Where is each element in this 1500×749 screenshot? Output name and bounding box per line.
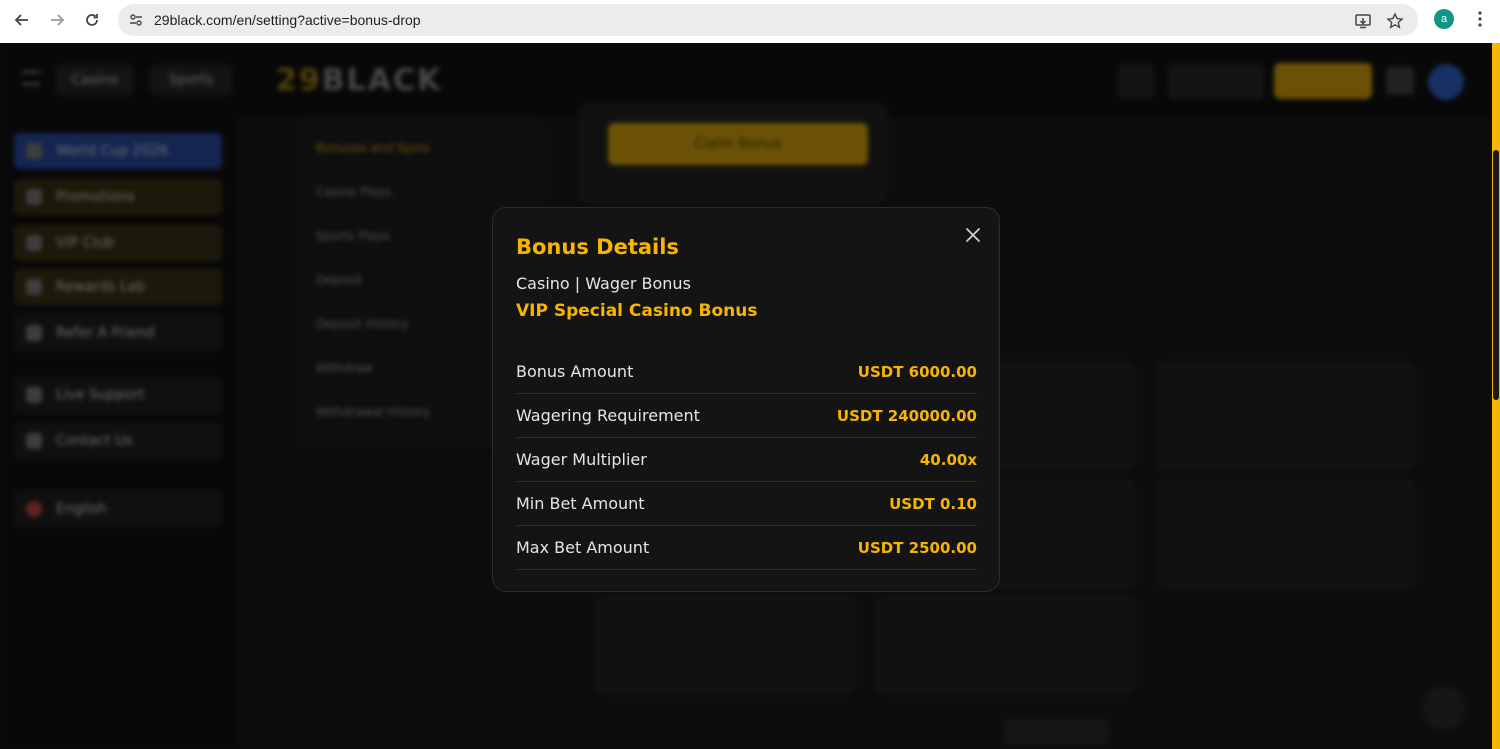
detail-value: 40.00x [919,450,977,469]
language-selector[interactable]: English [14,491,222,527]
menu-item-deposit-history[interactable]: Deposit History [316,317,408,331]
forward-arrow-icon[interactable] [46,9,68,31]
site-logo[interactable]: 29BLACK [276,63,442,98]
detail-value: USDT 6000.00 [857,362,977,381]
menu-item-withdraw[interactable]: Withdraw [316,361,373,375]
sidebar-item-promotions[interactable]: Promotions [14,179,222,215]
detail-label: Wager Multiplier [516,450,647,469]
back-arrow-icon[interactable] [11,9,33,31]
bonus-card [1156,361,1416,471]
modal-title: Bonus Details [516,235,679,259]
casino-tab[interactable]: Casino [56,65,134,95]
detail-row-min-bet: Min Bet Amount USDT 0.10 [516,482,977,526]
detail-value: USDT 2500.00 [857,538,977,557]
show-more-button[interactable] [1004,719,1110,745]
detail-label: Min Bet Amount [516,494,645,513]
url-text[interactable]: 29black.com/en/setting?active=bonus-drop [154,12,421,28]
install-app-icon[interactable] [1354,12,1372,30]
detail-label: Wagering Requirement [516,406,700,425]
detail-value: USDT 0.10 [889,494,977,513]
bonus-details-modal: Bonus Details Casino | Wager Bonus VIP S… [492,207,1000,592]
claim-bonus-button[interactable]: Claim Bonus [608,123,868,165]
sidebar-item-rewards-lab[interactable]: Rewards Lab [14,269,222,305]
detail-label: Bonus Amount [516,362,634,381]
sidebar-item-contact-us[interactable]: Contact Us [14,423,222,459]
detail-row-wagering-requirement: Wagering Requirement USDT 240000.00 [516,394,977,438]
bonus-card [874,595,1136,695]
detail-label: Max Bet Amount [516,538,650,557]
menu-item-withdrawal-history[interactable]: Withdrawal History [316,405,430,419]
scrollbar-thumb[interactable] [1493,150,1499,400]
sports-tab[interactable]: Sports [150,65,232,95]
wallet-balance[interactable] [1168,63,1264,99]
browser-toolbar: 29black.com/en/setting?active=bonus-drop… [0,0,1500,43]
detail-row-max-bet: Max Bet Amount USDT 2500.00 [516,526,977,570]
menu-item-bonuses[interactable]: Bonuses and Spins [316,141,429,155]
bonus-details-list: Bonus Amount USDT 6000.00 Wagering Requi… [516,350,977,570]
menu-item-sports-plays[interactable]: Sports Plays [316,229,390,243]
address-bar[interactable]: 29black.com/en/setting?active=bonus-drop [118,4,1418,36]
menu-item-deposit[interactable]: Deposit [316,273,362,287]
bonus-card [594,595,856,695]
user-avatar[interactable] [1428,64,1464,100]
gift-icon[interactable] [1386,67,1414,95]
detail-row-wager-multiplier: Wager Multiplier 40.00x [516,438,977,482]
sidebar-item-vip-club[interactable]: VIP Club [14,225,222,261]
bonus-card [1156,479,1416,589]
browser-menu-icon[interactable] [1472,10,1488,28]
site-settings-icon[interactable] [128,12,144,28]
hamburger-icon[interactable] [22,71,40,85]
profile-avatar[interactable]: a [1434,9,1454,29]
close-icon[interactable] [964,226,982,244]
bonus-category: Casino | Wager Bonus [516,274,691,293]
sidebar-item-world-cup[interactable]: World Cup 2026 [14,133,222,169]
detail-row-bonus-amount: Bonus Amount USDT 6000.00 [516,350,977,394]
sidebar-item-refer-friend[interactable]: Refer A Friend [14,315,222,351]
sidebar: World Cup 2026 Promotions VIP Club Rewar… [0,117,238,749]
deposit-button[interactable] [1274,63,1372,99]
bonus-name: VIP Special Casino Bonus [516,301,758,321]
reload-icon[interactable] [81,9,103,31]
sidebar-item-live-support[interactable]: Live Support [14,377,222,413]
bookmark-star-icon[interactable] [1386,12,1404,30]
search-icon[interactable] [1118,63,1154,99]
detail-value: USDT 240000.00 [836,406,977,425]
chat-icon[interactable] [1422,686,1466,730]
menu-item-casino-plays[interactable]: Casino Plays [316,185,391,199]
